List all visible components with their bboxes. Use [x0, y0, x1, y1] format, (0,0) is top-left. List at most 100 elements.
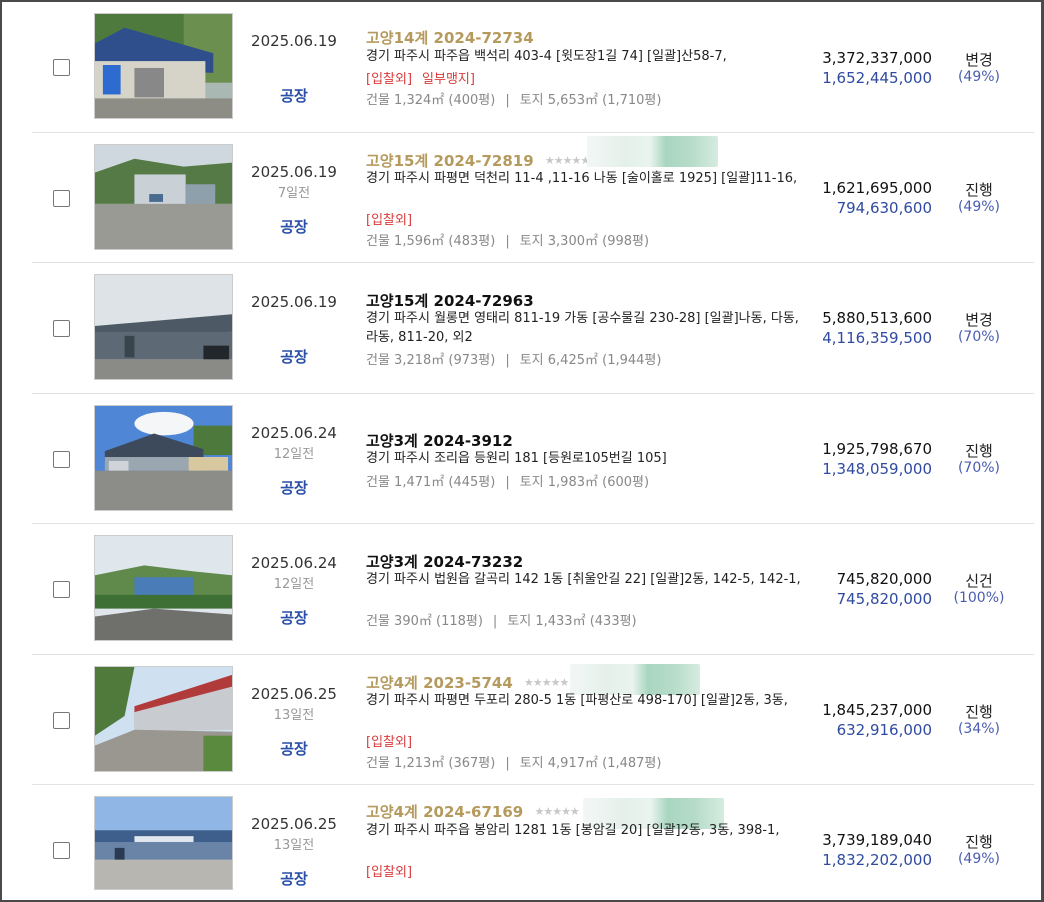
property-type[interactable]: 공장	[244, 868, 344, 889]
select-checkbox[interactable]	[53, 189, 70, 207]
select-checkbox[interactable]	[53, 581, 70, 598]
listing-row: 2025.06.25 13일전 공장 고양4계 2023-5744 ★★★★★ …	[32, 655, 1034, 785]
sale-date: 2025.06.25	[251, 684, 337, 703]
days-ago: 12일전	[273, 577, 315, 592]
area-separator: |	[505, 93, 510, 108]
property-photo[interactable]	[94, 404, 233, 511]
area-separator: |	[505, 474, 510, 490]
special-tags: [입찰외]	[366, 861, 412, 880]
case-number[interactable]: 고양3계 2024-73232	[366, 551, 523, 572]
property-photo[interactable]	[94, 274, 233, 380]
case-id: 2024-72963	[433, 292, 534, 310]
area-separator: |	[505, 353, 510, 368]
land-area: 토지 3,300㎡ (998평)	[519, 233, 650, 249]
minimum-bid: 794,630,600	[836, 198, 932, 217]
area-separator: |	[492, 614, 498, 629]
listing-row: 2025.06.19 공장 고양15계 2024-72963 경기 파주시 월롱…	[32, 263, 1034, 394]
minimum-bid: 1,348,059,000	[822, 459, 932, 478]
property-photo[interactable]	[94, 796, 233, 890]
sale-status: 변경	[965, 311, 993, 329]
select-checkbox[interactable]	[53, 711, 70, 729]
property-photo[interactable]	[94, 13, 233, 119]
case-number[interactable]: 고양15계 2024-72819 ★★★★★	[366, 150, 590, 171]
area-info: 건물 1,471㎡ (445평) | 토지 1,983㎡ (600평)	[366, 471, 649, 490]
property-type[interactable]: 공장	[244, 216, 344, 237]
listing-row: 2025.06.19 7일전 공장 고양15계 2024-72819 ★★★★★…	[32, 133, 1034, 263]
land-area: 토지 6,425㎡ (1,944평)	[519, 353, 662, 368]
case-id: 2024-3912	[423, 431, 513, 450]
sale-status: 진행	[965, 441, 993, 460]
days-ago: 12일전	[273, 446, 315, 462]
court-name: 고양4계	[366, 803, 418, 821]
building-area: 건물 3,218㎡ (973평)	[366, 353, 496, 368]
property-photo[interactable]	[94, 665, 233, 772]
select-checkbox[interactable]	[53, 842, 70, 859]
sale-date: 2025.06.25	[251, 815, 337, 833]
case-id: 2024-67169	[423, 803, 524, 821]
sale-status: 진행	[965, 833, 993, 851]
tag-item: [입찰외]	[366, 865, 413, 880]
area-info: 건물 3,218㎡ (973평) | 토지 6,425㎡ (1,944평)	[366, 349, 661, 368]
land-area: 토지 1,983㎡ (600평)	[519, 474, 650, 490]
bid-percent: (100%)	[953, 590, 1005, 606]
case-number[interactable]: 고양4계 2023-5744 ★★★★★	[366, 672, 569, 693]
sale-date: 2025.06.24	[251, 423, 337, 442]
area-info: 건물 1,596㎡ (483평) | 토지 3,300㎡ (998평)	[366, 230, 649, 249]
case-id: 2023-5744	[423, 673, 513, 692]
case-id: 2024-72734	[433, 29, 534, 47]
case-number[interactable]: 고양14계 2024-72734	[366, 27, 534, 48]
redacted-owner-name	[587, 135, 718, 167]
minimum-bid: 745,820,000	[836, 590, 932, 608]
sale-date: 2025.06.19	[251, 162, 337, 181]
property-address: 경기 파주시 파평면 두포리 280-5 1동 [파평산로 498-170] […	[366, 692, 788, 708]
area-separator: |	[505, 755, 510, 771]
area-separator: |	[505, 233, 510, 249]
appraisal-price: 5,880,513,600	[822, 309, 932, 327]
rating-stars: ★★★★★	[544, 153, 590, 167]
court-name: 고양14계	[366, 29, 429, 47]
minimum-bid: 1,832,202,000	[822, 851, 932, 869]
sale-date: 2025.06.19	[251, 293, 337, 311]
case-number[interactable]: 고양3계 2024-3912	[366, 430, 513, 451]
bid-percent: (70%)	[957, 459, 1001, 476]
property-type[interactable]: 공장	[244, 738, 344, 759]
bid-percent: (34%)	[957, 720, 1001, 737]
building-area: 건물 1,596㎡ (483평)	[366, 233, 496, 249]
rating-stars: ★★★★★	[524, 675, 569, 689]
appraisal-price: 1,621,695,000	[822, 178, 932, 197]
court-name: 고양4계	[366, 673, 418, 692]
building-area: 건물 390㎡ (118평)	[366, 614, 483, 629]
select-checkbox[interactable]	[53, 320, 70, 337]
building-area: 건물 1,324㎡ (400평)	[366, 93, 496, 108]
special-tags: [입찰외] 일부맹지]	[366, 68, 475, 87]
building-area: 건물 1,213㎡ (367평)	[366, 755, 496, 771]
sale-status: 변경	[965, 51, 993, 69]
area-info: 건물 1,213㎡ (367평) | 토지 4,917㎡ (1,487평)	[366, 752, 661, 771]
court-name: 고양3계	[366, 553, 418, 571]
appraisal-price: 1,845,237,000	[822, 700, 932, 719]
property-type[interactable]: 공장	[244, 477, 344, 498]
bid-percent: (49%)	[957, 69, 1001, 85]
property-type[interactable]: 공장	[244, 346, 344, 367]
case-number[interactable]: 고양15계 2024-72963	[366, 290, 534, 311]
case-id: 2024-72819	[433, 151, 534, 170]
select-checkbox[interactable]	[53, 59, 70, 76]
tag-item: [입찰외]	[366, 734, 413, 750]
days-ago: 13일전	[273, 838, 315, 853]
minimum-bid: 4,116,359,500	[822, 329, 932, 347]
property-photo[interactable]	[94, 143, 233, 250]
minimum-bid: 632,916,000	[836, 720, 932, 739]
property-photo[interactable]	[94, 535, 233, 641]
sale-status: 진행	[965, 180, 993, 199]
area-info: 건물 1,324㎡ (400평) | 토지 5,653㎡ (1,710평)	[366, 89, 661, 108]
property-type[interactable]: 공장	[244, 85, 344, 106]
special-tags: [입찰외]	[366, 731, 412, 750]
property-type[interactable]: 공장	[244, 607, 344, 628]
select-checkbox[interactable]	[53, 450, 70, 468]
sale-date: 2025.06.24	[251, 554, 337, 572]
building-area: 건물 1,471㎡ (445평)	[366, 474, 496, 490]
appraisal-price: 1,925,798,670	[822, 439, 932, 458]
court-name: 고양15계	[366, 151, 429, 170]
case-number[interactable]: 고양4계 2024-67169 ★★★★★	[366, 801, 580, 822]
bid-percent: (70%)	[957, 329, 1001, 345]
